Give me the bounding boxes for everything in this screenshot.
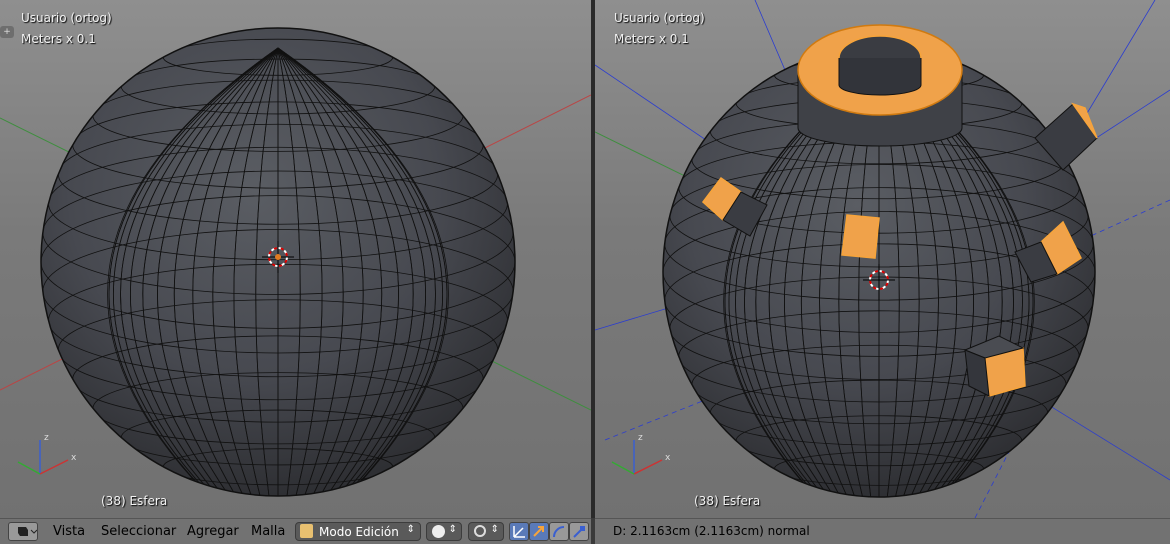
axis-gizmo: z x: [17, 433, 77, 475]
scale-icon[interactable]: [569, 522, 589, 541]
svg-text:z: z: [638, 433, 643, 443]
menu-seleccionar[interactable]: Seleccionar: [101, 524, 176, 539]
rotate-icon[interactable]: [549, 522, 569, 541]
chevron-updown-icon: ⇕: [490, 524, 499, 535]
chevron-updown-icon: ⇕: [406, 524, 415, 535]
svg-text:z: z: [44, 433, 49, 443]
object-info-label: (38) Esfera: [101, 494, 168, 508]
sphere-mesh-left[interactable]: z x: [0, 0, 591, 518]
region-toggle-button[interactable]: +: [0, 26, 14, 38]
shading-dropdown[interactable]: ⇕: [426, 522, 462, 541]
solid-sphere-icon: [432, 525, 445, 538]
edit-mode-icon: [300, 524, 313, 538]
pivot-dropdown[interactable]: ⇕: [468, 522, 504, 541]
view3d-header: Vista Seleccionar Agregar Malla Modo Edi…: [0, 518, 591, 544]
menu-malla[interactable]: Malla: [251, 524, 285, 539]
axis-gizmo: z x: [611, 433, 671, 475]
viewport-left[interactable]: z x + Usuario (ortog) Meters x 0.1 (38) …: [0, 0, 591, 518]
transform-status-text: D: 2.1163cm (2.1163cm) normal: [613, 524, 810, 538]
menu-agregar[interactable]: Agregar: [187, 524, 239, 539]
object-info-label: (38) Esfera: [694, 494, 761, 508]
view-name-label: Usuario (ortog): [21, 11, 112, 25]
manipulator-toggle-icon[interactable]: [509, 522, 529, 541]
sphere-mesh-right[interactable]: z x: [595, 0, 1170, 518]
menu-vista[interactable]: Vista: [53, 524, 85, 539]
scale-label: Meters x 0.1: [21, 32, 96, 46]
viewport-right[interactable]: z x + Usuario (ortog) Meters x 0.1 (38) …: [595, 0, 1170, 518]
svg-text:x: x: [71, 453, 77, 463]
chevron-updown-icon: ⇕: [448, 524, 457, 535]
view-name-label: Usuario (ortog): [614, 11, 705, 25]
extruded-ring[interactable]: [797, 24, 963, 147]
scale-label: Meters x 0.1: [614, 32, 689, 46]
view3d-icon[interactable]: [8, 522, 38, 541]
mode-label: Modo Edición: [319, 525, 399, 539]
status-bar: D: 2.1163cm (2.1163cm) normal: [595, 518, 1170, 544]
translate-icon[interactable]: [529, 522, 549, 541]
svg-text:x: x: [665, 453, 671, 463]
pivot-icon: [474, 525, 486, 537]
mode-dropdown[interactable]: Modo Edición ⇕: [295, 522, 421, 541]
